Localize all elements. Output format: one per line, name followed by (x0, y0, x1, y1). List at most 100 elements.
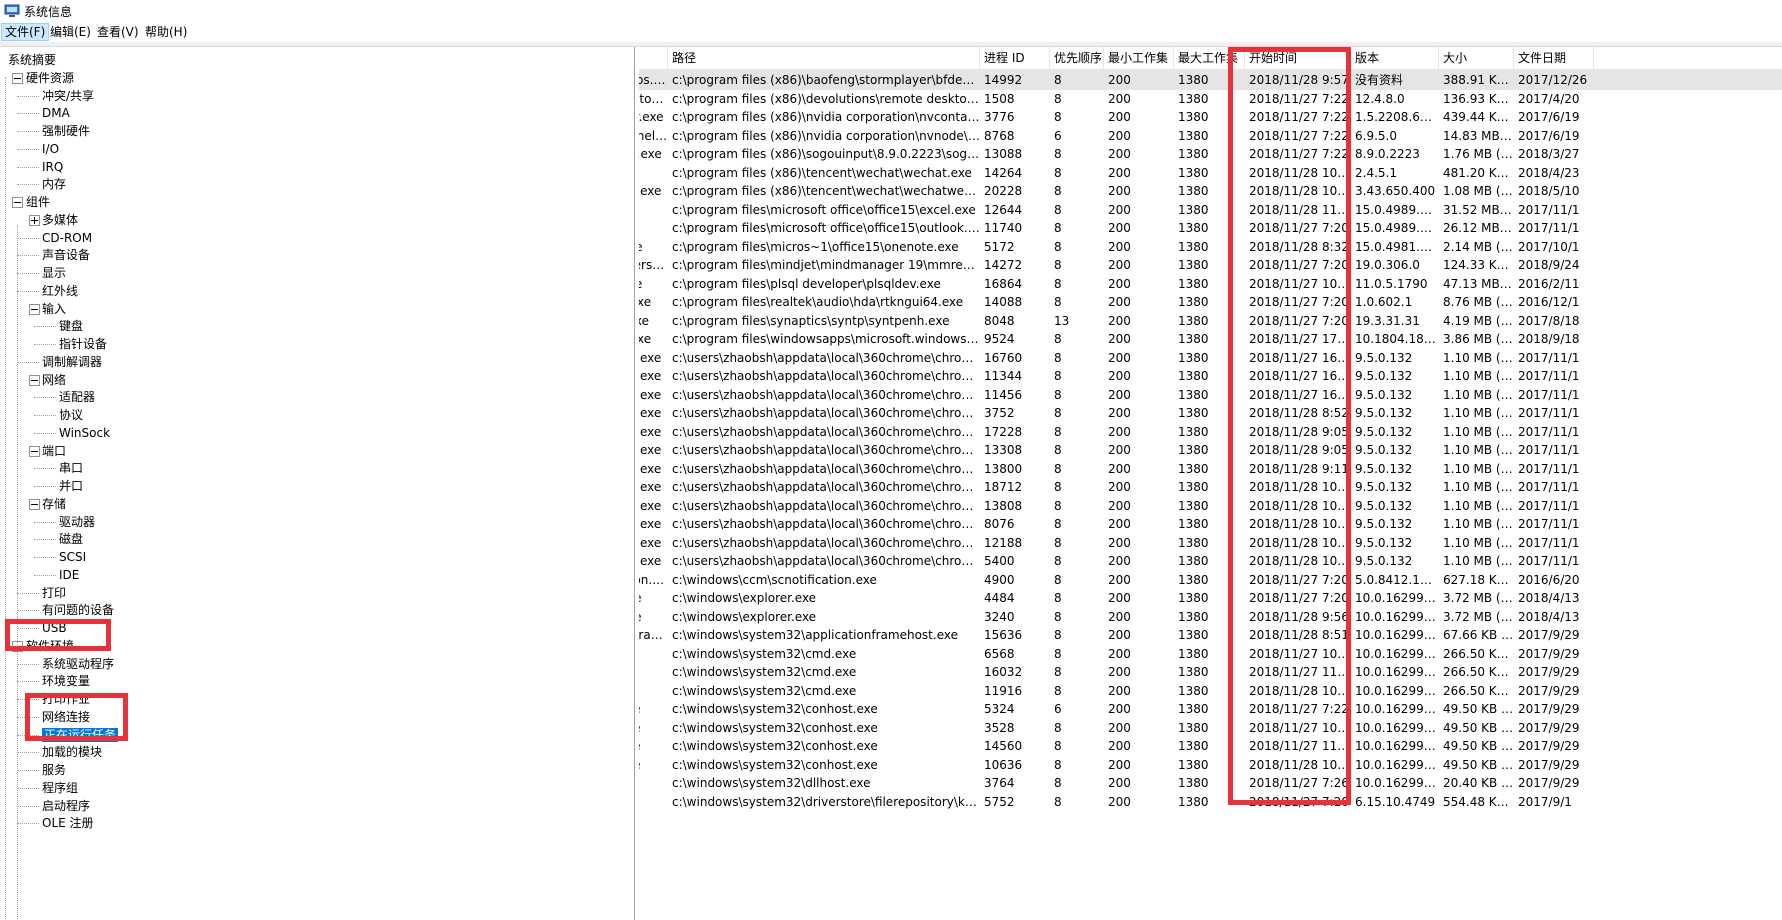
table-row[interactable]: conhost.exe c:\windows\system32\conhost.e… (639, 699, 1782, 719)
tree-item[interactable]: 网络连接 (42, 708, 90, 726)
tree-item[interactable]: 存储 (42, 495, 66, 513)
collapse-icon[interactable] (12, 72, 23, 84)
tree-item[interactable]: DMA (42, 104, 70, 122)
table-row[interactable]: 360chrome.exe c:\users\zhaobsh\appdata\lo… (639, 385, 1782, 405)
table-row[interactable]: 360chrome.exe c:\users\zhaobsh\appdata\lo… (639, 533, 1782, 553)
tree-item[interactable]: 启动程序 (42, 797, 90, 815)
tree-item[interactable]: OLE 注册 (42, 814, 94, 832)
table-row[interactable]: excel.exe c:\program files\microsoft offi… (639, 200, 1782, 220)
column-header-file-date[interactable]: 文件日期 (1514, 47, 1594, 69)
table-row[interactable]: 360chrome.exe c:\users\zhaobsh\appdata\lo… (639, 422, 1782, 442)
table-row[interactable]: plsqldev.exe c:\program files\plsql devel… (639, 274, 1782, 294)
table-row[interactable]: conhost.exe c:\windows\system32\conhost.e… (639, 736, 1782, 756)
tree-item[interactable]: 加载的模块 (42, 743, 102, 761)
table-row[interactable]: rtkngui64.exe c:\program files\realtek\au… (639, 292, 1782, 312)
tree-item[interactable]: 红外线 (42, 282, 78, 300)
tree-item[interactable]: 协议 (59, 406, 83, 424)
table-row[interactable]: explorer.exe c:\windows\explorer.exe 4484 8… (639, 588, 1782, 608)
table-row[interactable]: nvcontainer.exe c:\program files (x86)\nv… (639, 107, 1782, 127)
menu-help[interactable]: 帮助(H) (142, 24, 190, 40)
table-row[interactable]: 360chrome.exe c:\users\zhaobsh\appdata\lo… (639, 366, 1782, 386)
tree-item[interactable]: 软件环境 (26, 637, 74, 655)
table-row[interactable]: conhost.exe c:\windows\system32\conhost.e… (639, 718, 1782, 738)
table-row[interactable]: 360chrome.exe c:\users\zhaobsh\appdata\lo… (639, 459, 1782, 479)
collapse-icon[interactable] (29, 374, 40, 386)
collapse-icon[interactable] (29, 303, 40, 315)
tree-item[interactable]: 串口 (59, 459, 83, 477)
expand-icon[interactable] (29, 214, 40, 226)
tree-item[interactable]: 调制解调器 (42, 353, 102, 371)
table-row[interactable]: 360chrome.exe c:\users\zhaobsh\appdata\lo… (639, 440, 1782, 460)
table-row[interactable]: bfdesktoptips.exe c:\program files (x86)\… (639, 70, 1782, 90)
table-row[interactable]: outlook.exe c:\program files\microsoft of… (639, 218, 1782, 238)
table-row[interactable]: dllhost.exe c:\windows\system32\dllhost.e… (639, 773, 1782, 793)
tree-item[interactable]: 硬件资源 (26, 69, 74, 87)
tree-item[interactable]: 系统摘要 (8, 51, 56, 69)
tree-item[interactable]: 组件 (26, 193, 50, 211)
table-row[interactable]: conhost.exe c:\windows\system32\conhost.e… (639, 755, 1782, 775)
table-row[interactable]: scnotification.exe c:\windows\ccm\scnotif… (639, 570, 1782, 590)
table-row[interactable]: explorer.exe c:\windows\explorer.exe 3240 8… (639, 607, 1782, 627)
tree-item[interactable]: 指针设备 (59, 335, 107, 353)
tree-item[interactable]: 程序组 (42, 779, 78, 797)
column-header-min-ws[interactable]: 最小工作集 (1104, 47, 1174, 69)
tree-item[interactable]: 适配器 (59, 388, 95, 406)
menu-view[interactable]: 查看(V) (94, 24, 142, 40)
tree-item[interactable]: 网络 (42, 371, 66, 389)
column-header-max-ws[interactable]: 最大工作集 (1174, 47, 1245, 69)
table-row[interactable]: mmreminderservice.exe c:\program files\mi… (639, 255, 1782, 275)
tree-item[interactable]: 打印 (42, 584, 66, 602)
tree-item[interactable]: I/O (42, 140, 59, 158)
table-row[interactable]: remotedesktopmanager.exe c:\program files… (639, 89, 1782, 109)
collapse-icon[interactable] (29, 445, 40, 457)
tree-item[interactable]: 强制硬件 (42, 122, 90, 140)
table-row[interactable]: 360chrome.exe c:\users\zhaobsh\appdata\lo… (639, 348, 1782, 368)
tree-item[interactable]: 显示 (42, 264, 66, 282)
tree-item[interactable]: 内存 (42, 175, 66, 193)
table-row[interactable]: 360chrome.exe c:\users\zhaobsh\appdata\lo… (639, 477, 1782, 497)
menu-file[interactable]: 文件(F) (0, 23, 50, 41)
menu-edit[interactable]: 编辑(E) (47, 24, 94, 40)
tree-item[interactable]: 系统驱动程序 (42, 655, 114, 673)
task-list[interactable]: 名称路径进程 ID优先顺序最小工作集最大工作集开始时间版本大小文件日期 bfde… (639, 47, 1782, 920)
tree-item[interactable]: 输入 (42, 300, 66, 318)
column-header-size[interactable]: 大小 (1439, 47, 1514, 69)
column-header-pid[interactable]: 进程 ID (980, 47, 1050, 69)
tree-item[interactable]: 正在运行任务 (42, 726, 119, 744)
table-row[interactable]: cmd.exe c:\windows\system32\cmd.exe 11916 8… (639, 681, 1782, 701)
tree-item[interactable]: 驱动器 (59, 513, 95, 531)
tree-item[interactable]: USB (42, 619, 67, 637)
table-row[interactable]: 360chrome.exe c:\users\zhaobsh\appdata\lo… (639, 514, 1782, 534)
tree-item[interactable]: IRQ (42, 158, 63, 176)
collapse-icon[interactable] (12, 197, 23, 208)
table-row[interactable]: sogoucloud.exe c:\program files (x86)\sog… (639, 144, 1782, 164)
table-row[interactable]: onenote.exe c:\program files\micros~1\off… (639, 237, 1782, 257)
table-row[interactable]: wechatweb.exe c:\program files (x86)\tenc… (639, 181, 1782, 201)
tree-item[interactable]: WinSock (59, 424, 110, 442)
tree-item[interactable]: 端口 (42, 442, 66, 460)
table-row[interactable]: 360chrome.exe c:\users\zhaobsh\appdata\lo… (639, 496, 1782, 516)
table-row[interactable]: 360chrome.exe c:\users\zhaobsh\appdata\lo… (639, 551, 1782, 571)
tree-item[interactable]: 服务 (42, 761, 66, 779)
tree-item[interactable]: IDE (59, 566, 79, 584)
table-row[interactable]: applicationframehost.exe c:\windows\syste… (639, 625, 1782, 645)
column-header-version[interactable]: 版本 (1351, 47, 1439, 69)
table-row[interactable]: syntpenh.exe c:\program files\synaptics\s… (639, 311, 1782, 331)
tree-item[interactable]: 冲突/共享 (42, 87, 94, 105)
column-header-start-time[interactable]: 开始时间 (1245, 47, 1351, 69)
table-row[interactable]: wechat.exe c:\program files (x86)\tencent… (639, 163, 1782, 183)
category-tree[interactable]: 系统摘要 硬件资源 冲突/共享 DMA 强制硬件 I/O IRQ 内存 组件 多媒体 CD-ROM 声… (0, 47, 635, 920)
table-row[interactable]: igfxem.exe c:\windows\system32\driverstor… (639, 792, 1782, 812)
tree-item[interactable]: 并口 (59, 477, 83, 495)
column-header-path[interactable]: 路径 (668, 47, 980, 69)
tree-item[interactable]: 有问题的设备 (42, 601, 114, 619)
tree-item[interactable]: 打印作业 (42, 690, 90, 708)
tree-item[interactable]: SCSI (59, 548, 86, 566)
tree-item[interactable]: 环境变量 (42, 672, 90, 690)
tree-item[interactable]: CD-ROM (42, 229, 92, 247)
table-row[interactable]: cmd.exe c:\windows\system32\cmd.exe 6568 8 2… (639, 644, 1782, 664)
tree-item[interactable]: 磁盘 (59, 530, 83, 548)
tree-item[interactable]: 多媒体 (42, 211, 78, 229)
table-row[interactable]: nvidia web helper.exe c:\program files (x… (639, 126, 1782, 146)
column-header-name[interactable]: 名称 (639, 47, 668, 69)
